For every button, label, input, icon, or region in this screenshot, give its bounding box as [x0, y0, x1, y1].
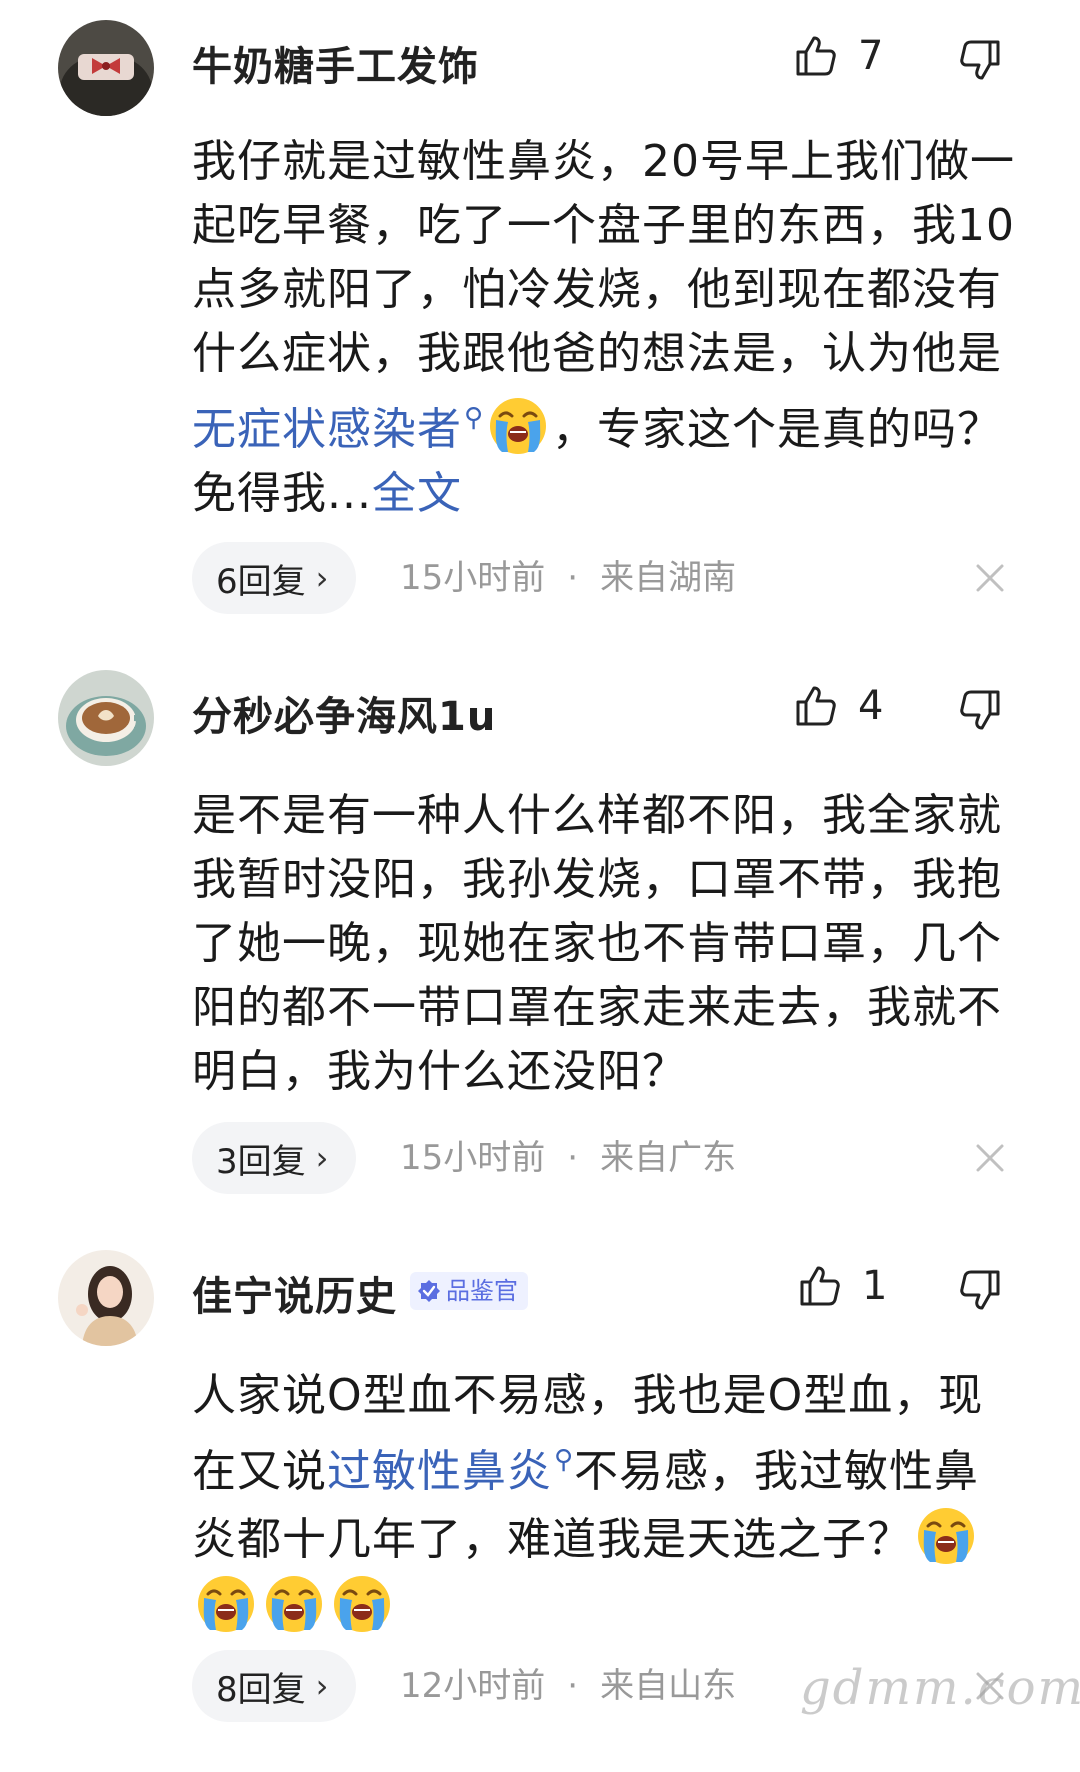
- username[interactable]: 佳宁说历史: [192, 1264, 397, 1322]
- avatar[interactable]: [58, 670, 154, 766]
- comment-footer: 6回复 › 15小时前 · 来自湖南: [192, 542, 1012, 614]
- thumbs-down-icon: [956, 36, 1004, 84]
- comment-body: 是不是有一种人什么样都不阳，我全家就我暂时没阳，我孙发烧，口罩不带，我抱了她一晚…: [192, 784, 1022, 1104]
- like-count: 1: [862, 1263, 888, 1309]
- dislike-button[interactable]: [956, 686, 1004, 734]
- like-button[interactable]: 7: [792, 32, 883, 80]
- like-count: 4: [858, 683, 884, 729]
- location: 来自湖南: [600, 558, 737, 598]
- timestamp: 12小时前: [400, 1666, 546, 1706]
- comment-footer: 3回复 › 15小时前 · 来自广东: [192, 1122, 1012, 1194]
- dislike-button[interactable]: [956, 1266, 1004, 1314]
- reply-count-button[interactable]: 6回复 ›: [192, 542, 357, 614]
- thumbs-up-icon: [796, 1262, 844, 1310]
- reply-count-button[interactable]: 8回复 ›: [192, 1650, 357, 1722]
- reply-count-label: 6回复: [216, 561, 306, 602]
- reply-count-button[interactable]: 3回复 ›: [192, 1122, 357, 1194]
- verified-badge-icon: [418, 1280, 440, 1302]
- comment-text: 我仔就是过敏性鼻炎，20号早上我们做一起吃早餐，吃了一个盘子里的东西，我10点多…: [192, 136, 1015, 379]
- comment-meta: 15小时前 · 来自广东: [400, 1122, 736, 1194]
- dislike-button[interactable]: [956, 36, 1004, 84]
- timestamp: 15小时前: [400, 558, 546, 598]
- thumbs-down-icon: [956, 1266, 1004, 1314]
- avatar[interactable]: [58, 20, 154, 116]
- crying-emoji: [194, 1572, 258, 1636]
- search-link[interactable]: 过敏性鼻炎: [327, 1446, 552, 1497]
- avatar[interactable]: [58, 1250, 154, 1346]
- comment-meta: 15小时前 · 来自湖南: [400, 542, 736, 614]
- close-icon[interactable]: [972, 1140, 1008, 1176]
- location: 来自山东: [600, 1666, 737, 1706]
- separator-dot: ·: [567, 1666, 579, 1706]
- comment-body: 我仔就是过敏性鼻炎，20号早上我们做一起吃早餐，吃了一个盘子里的东西，我10点多…: [192, 130, 1022, 526]
- chevron-right-icon: ›: [315, 1139, 329, 1177]
- search-icon[interactable]: ⚲: [554, 1445, 574, 1475]
- watermark: gdmm.com: [800, 1660, 1080, 1716]
- thumbs-down-icon: [956, 686, 1004, 734]
- comment-meta: 12小时前 · 来自山东: [400, 1650, 736, 1722]
- comment-body: 人家说O型血不易感，我也是O型血，现在又说过敏性鼻炎⚲不易感，我过敏性鼻炎都十几…: [192, 1364, 1022, 1640]
- search-icon[interactable]: ⚲: [464, 403, 484, 433]
- like-button[interactable]: 1: [796, 1262, 887, 1310]
- chevron-right-icon: ›: [315, 559, 329, 597]
- reply-count-label: 3回复: [216, 1141, 306, 1182]
- timestamp: 15小时前: [400, 1138, 546, 1178]
- thumbs-up-icon: [792, 682, 840, 730]
- badge-label: 品鉴官: [446, 1277, 518, 1305]
- close-icon[interactable]: [972, 560, 1008, 596]
- comment-text: 是不是有一种人什么样都不阳，我全家就我暂时没阳，我孙发烧，口罩不带，我抱了她一晚…: [192, 790, 1002, 1097]
- like-button[interactable]: 4: [792, 682, 883, 730]
- crying-emoji: [914, 1504, 978, 1568]
- username[interactable]: 分秒必争海风1u: [192, 684, 496, 742]
- crying-emoji: [262, 1572, 326, 1636]
- thumbs-up-icon: [792, 32, 840, 80]
- like-count: 7: [858, 33, 884, 79]
- verified-badge: 品鉴官: [410, 1272, 528, 1310]
- chevron-right-icon: ›: [315, 1667, 329, 1705]
- full-text-link[interactable]: 全文: [372, 468, 462, 519]
- reply-count-label: 8回复: [216, 1669, 306, 1710]
- search-link[interactable]: 无症状感染者: [192, 404, 462, 455]
- location: 来自广东: [600, 1138, 737, 1178]
- crying-emoji: [330, 1572, 394, 1636]
- username[interactable]: 牛奶糖手工发饰: [192, 34, 479, 92]
- separator-dot: ·: [567, 558, 579, 598]
- crying-emoji: [486, 394, 550, 458]
- separator-dot: ·: [567, 1138, 579, 1178]
